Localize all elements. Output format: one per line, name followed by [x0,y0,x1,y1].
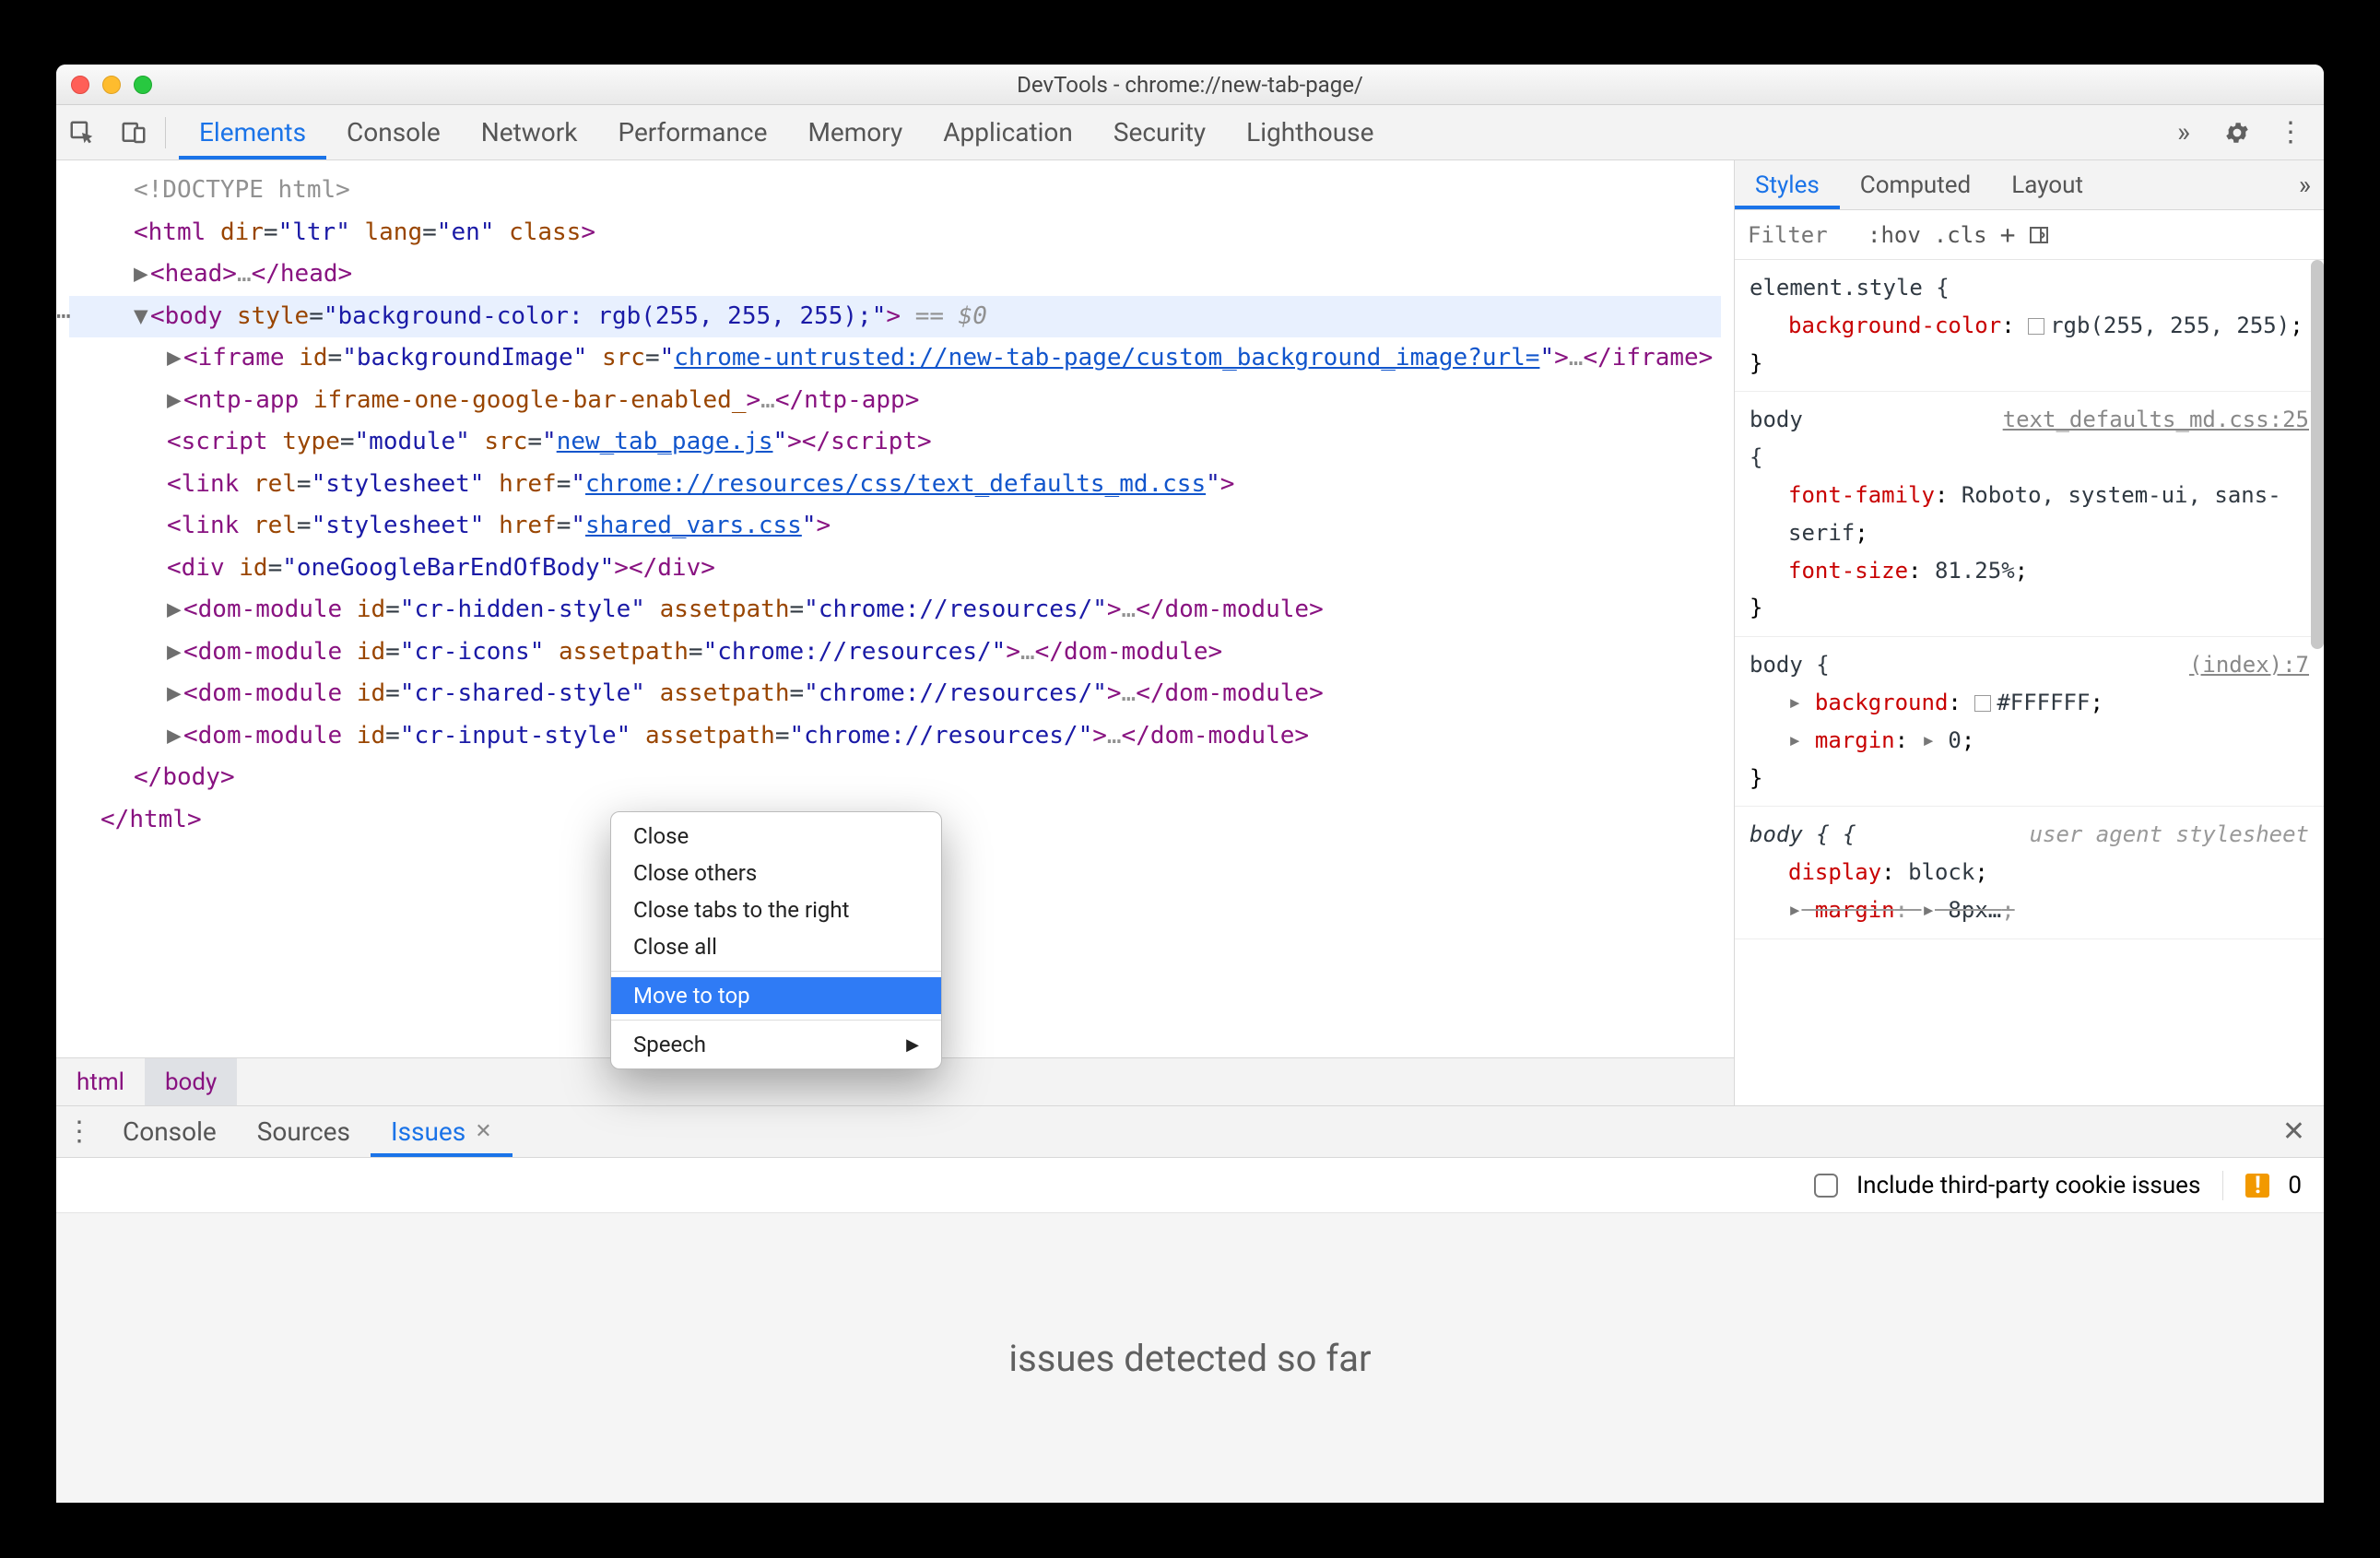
crumb-html[interactable]: html [56,1058,145,1105]
toggle-computed-panel-icon[interactable] [2028,224,2050,246]
drawer-tab-console[interactable]: Console [102,1106,237,1157]
menu-item-speech[interactable]: Speech▶ [611,1026,941,1063]
dom-node-dm4[interactable]: ▶<dom-module id="cr-input-style" assetpa… [69,715,1721,758]
dom-node-dm2[interactable]: ▶<dom-module id="cr-icons" assetpath="ch… [69,631,1721,674]
main-tab-elements[interactable]: Elements [179,105,326,159]
more-styles-tabs-icon[interactable]: » [2286,160,2324,209]
main-panel: <!DOCTYPE html><html dir="ltr" lang="en"… [56,160,2324,1106]
side-tab-computed[interactable]: Computed [1840,160,1991,209]
dom-node-ntp-app[interactable]: ▶<ntp-app iframe-one-google-bar-enabled_… [69,380,1721,422]
main-tab-application[interactable]: Application [923,105,1093,159]
issues-body: issues detected so far [56,1213,2324,1503]
styles-filter-row: :hov .cls + [1735,210,2324,260]
menu-item-close[interactable]: Close [611,818,941,855]
dom-node-body-close[interactable]: </body> [69,757,1721,799]
dom-node-dm1[interactable]: ▶<dom-module id="cr-hidden-style" assetp… [69,589,1721,631]
dom-node-iframe[interactable]: ▶<iframe id="backgroundImage" src="chrom… [69,337,1721,380]
menu-separator [611,971,941,972]
menu-item-close-all[interactable]: Close all [611,928,941,965]
new-style-rule-icon[interactable]: + [2000,219,2016,250]
main-tab-memory[interactable]: Memory [787,105,923,159]
main-tab-performance[interactable]: Performance [597,105,787,159]
css-rules[interactable]: element.style {background-color: rgb(255… [1735,260,2324,1105]
styles-panel: StylesComputedLayout » :hov .cls + elemen… [1734,160,2324,1105]
dom-node-div[interactable]: <div id="oneGoogleBarEndOfBody"></div> [69,548,1721,590]
css-rule[interactable]: element.style {background-color: rgb(255… [1735,260,2324,392]
drawer-menu-icon[interactable]: ⋮ [56,1106,102,1157]
warning-icon [2245,1174,2269,1198]
css-rule[interactable]: (index):7body { ▶ background: #FFFFFF;▶ … [1735,637,2324,807]
device-toggle-icon[interactable] [108,119,159,147]
devtools-window: DevTools - chrome://new-tab-page/ Elemen… [56,65,2324,1503]
main-tab-security[interactable]: Security [1093,105,1226,159]
kebab-menu-icon[interactable]: ⋮ [2267,116,2315,148]
tab-context-menu: CloseClose othersClose tabs to the right… [610,811,942,1069]
window-title: DevTools - chrome://new-tab-page/ [56,72,2324,98]
separator [2222,1171,2223,1200]
dom-node-body-open[interactable]: ▼<body style="background-color: rgb(255,… [69,296,1721,338]
zoom-window-button[interactable] [134,76,152,94]
include-third-party-label: Include third-party cookie issues [1856,1172,2200,1199]
main-tabs: ElementsConsoleNetworkPerformanceMemoryA… [179,105,1394,159]
traffic-lights [71,76,152,94]
dom-node-head[interactable]: ▶<head>…</head> [69,254,1721,296]
drawer-tab-sources[interactable]: Sources [237,1106,371,1157]
side-tab-layout[interactable]: Layout [1991,160,2103,209]
close-window-button[interactable] [71,76,89,94]
drawer-tab-issues[interactable]: Issues✕ [371,1106,513,1157]
menu-separator [611,1020,941,1021]
styles-filter-input[interactable] [1735,222,1855,248]
crumb-body[interactable]: body [145,1058,237,1105]
issues-toolbar: Include third-party cookie issues 0 [56,1158,2324,1213]
dom-node-dm3[interactable]: ▶<dom-module id="cr-shared-style" assetp… [69,673,1721,715]
submenu-arrow-icon: ▶ [906,1035,919,1055]
more-tabs-icon[interactable]: » [2160,116,2208,148]
titlebar: DevTools - chrome://new-tab-page/ [56,65,2324,105]
dom-node-link1[interactable]: <link rel="stylesheet" href="chrome://re… [69,464,1721,506]
main-toolbar: ElementsConsoleNetworkPerformanceMemoryA… [56,105,2324,160]
styles-tabs: StylesComputedLayout » [1735,160,2324,210]
issues-body-text: issues detected so far [1008,1337,1371,1380]
inspect-element-icon[interactable] [56,119,108,147]
include-third-party-checkbox[interactable] [1814,1174,1838,1198]
separator [165,117,166,148]
menu-item-close-others[interactable]: Close others [611,855,941,891]
dom-node-link2[interactable]: <link rel="stylesheet" href="shared_vars… [69,505,1721,548]
drawer: ⋮ ConsoleSourcesIssues✕ ✕ Include third-… [56,1106,2324,1503]
main-tab-lighthouse[interactable]: Lighthouse [1226,105,1394,159]
hov-toggle[interactable]: :hov [1867,222,1921,248]
css-rule[interactable]: user agent stylesheetbody { {display: bl… [1735,807,2324,938]
cls-toggle[interactable]: .cls [1934,222,1987,248]
settings-gear-icon[interactable] [2213,119,2261,147]
menu-item-move-to-top[interactable]: Move to top [611,977,941,1014]
css-rule[interactable]: text_defaults_md.css:25body{font-family:… [1735,392,2324,637]
close-tab-icon[interactable]: ✕ [475,1120,491,1143]
close-drawer-icon[interactable]: ✕ [2264,1106,2324,1157]
dom-node-html-open[interactable]: <html dir="ltr" lang="en" class> [69,212,1721,254]
issues-count: 0 [2288,1172,2302,1199]
menu-item-close-tabs-to-the-right[interactable]: Close tabs to the right [611,891,941,928]
minimize-window-button[interactable] [102,76,121,94]
dom-node-doctype[interactable]: <!DOCTYPE html> [69,170,1721,212]
side-tab-styles[interactable]: Styles [1735,160,1840,209]
drawer-tabs: ⋮ ConsoleSourcesIssues✕ ✕ [56,1106,2324,1158]
dom-node-script[interactable]: <script type="module" src="new_tab_page.… [69,421,1721,464]
main-tab-console[interactable]: Console [326,105,461,159]
main-tab-network[interactable]: Network [461,105,598,159]
